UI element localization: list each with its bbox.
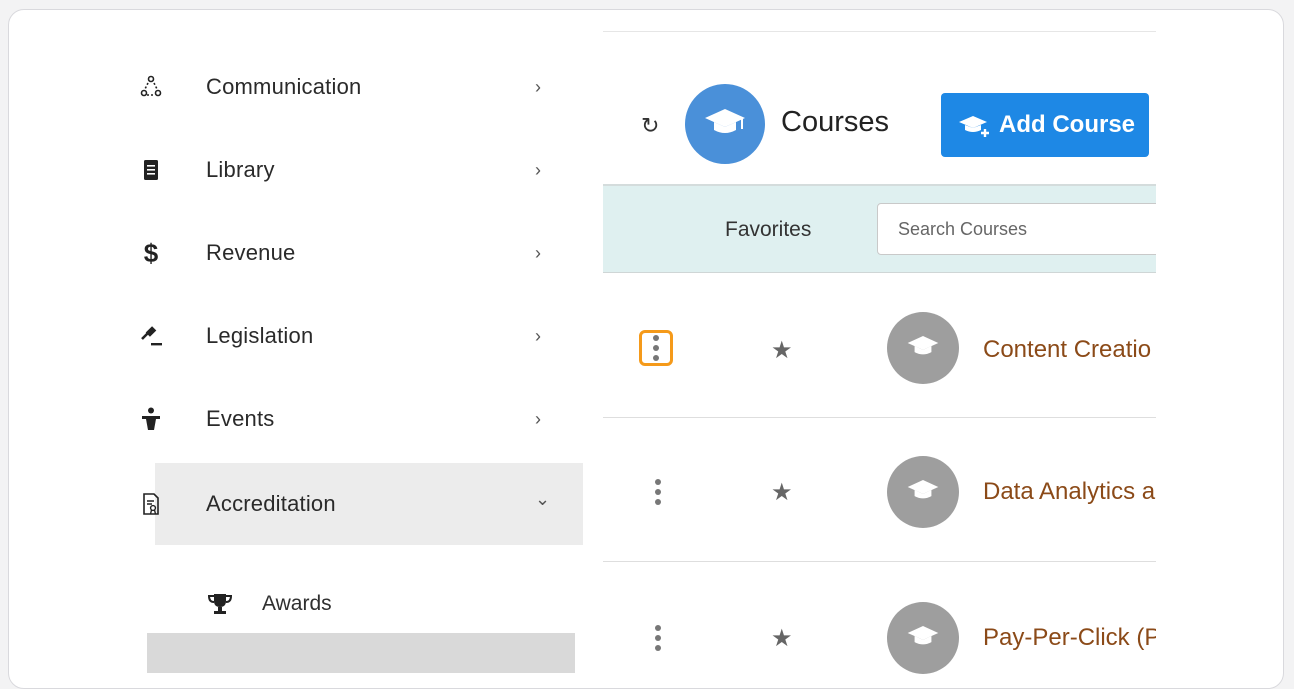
sidebar-item-revenue[interactable]: $ Revenue › [144, 212, 583, 294]
sidebar-item-label: Revenue [206, 240, 296, 265]
sidebar-selected-item-bar [147, 633, 575, 673]
add-course-button[interactable]: Add Course [941, 93, 1149, 157]
gavel-icon [139, 324, 163, 348]
star-icon[interactable]: ★ [771, 624, 793, 653]
star-icon[interactable]: ★ [771, 336, 793, 365]
favorites-filter[interactable]: Favorites [725, 218, 811, 242]
chevron-down-icon: ⌄ [535, 489, 551, 509]
dollar-icon: $ [143, 237, 159, 268]
certificate-icon [139, 492, 163, 516]
sidebar-item-library[interactable]: Library › [144, 129, 583, 211]
graduation-cap-icon [905, 477, 941, 508]
sidebar-item-label: Communication [206, 74, 362, 99]
chevron-right-icon: › [535, 159, 541, 180]
chevron-right-icon: › [535, 325, 541, 346]
course-avatar [887, 602, 959, 674]
trophy-icon [207, 591, 233, 617]
podium-icon [139, 407, 163, 431]
sidebar-item-communication[interactable]: Communication › [140, 46, 583, 128]
chevron-right-icon: › [535, 76, 541, 97]
sidebar-item-label: Legislation [206, 323, 314, 348]
graduation-cap-icon [905, 333, 941, 364]
more-options-icon[interactable] [639, 330, 673, 366]
sidebar-item-events[interactable]: Events › [142, 378, 583, 460]
page-title: Courses [781, 106, 889, 138]
graduation-cap-icon [905, 623, 941, 654]
filter-bar: Favorites [603, 184, 1156, 273]
course-title-link[interactable]: Pay-Per-Click (P [983, 624, 1156, 652]
sidebar-item-accreditation[interactable]: Accreditation ⌄ [143, 463, 583, 545]
star-icon[interactable]: ★ [771, 478, 793, 507]
more-options-icon[interactable] [643, 472, 673, 512]
chevron-right-icon: › [535, 242, 541, 263]
sidebar-item-label: Accreditation [206, 491, 336, 516]
table-row[interactable]: ★ Pay-Per-Click (P [603, 562, 1156, 688]
sidebar-item-legislation[interactable]: Legislation › [141, 295, 583, 377]
search-input[interactable] [877, 203, 1156, 255]
add-course-label: Add Course [999, 111, 1136, 138]
more-options-icon[interactable] [643, 618, 673, 658]
communication-icon [139, 75, 163, 99]
table-row[interactable]: ★ Data Analytics a [603, 416, 1156, 562]
sidebar-item-label: Library [206, 157, 275, 182]
course-title-link[interactable]: Data Analytics a [983, 478, 1155, 506]
divider [603, 31, 1156, 32]
course-avatar [887, 312, 959, 384]
library-icon [139, 158, 163, 182]
course-title-link[interactable]: Content Creatio [983, 336, 1151, 364]
add-course-icon [959, 113, 991, 137]
course-avatar [887, 456, 959, 528]
table-row[interactable]: ★ Content Creatio [603, 272, 1156, 418]
graduation-cap-icon [703, 105, 747, 144]
refresh-icon[interactable]: ↻ [641, 113, 659, 139]
sidebar: Communication › Library › $ Revenue › Le… [140, 10, 583, 688]
courses-avatar [685, 84, 765, 164]
sidebar-subitem-awards[interactable]: Awards [155, 574, 583, 634]
app-window: Communication › Library › $ Revenue › Le… [8, 9, 1284, 689]
chevron-right-icon: › [535, 408, 541, 429]
sidebar-subitem-label: Awards [262, 592, 332, 615]
courses-panel: ↻ Courses Add Course Favorites ★ [603, 10, 1156, 688]
sidebar-item-label: Events [206, 406, 275, 431]
